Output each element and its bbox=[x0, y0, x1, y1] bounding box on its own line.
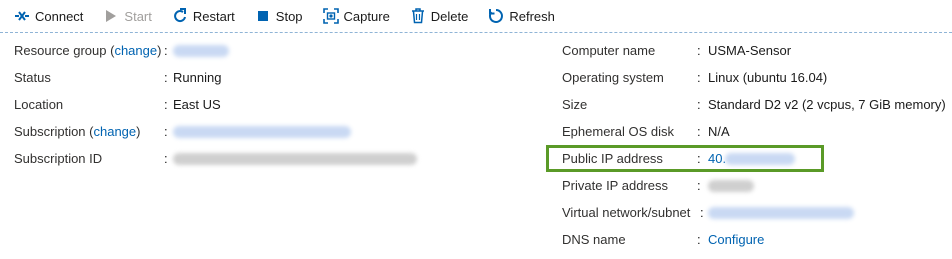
restart-button[interactable]: Restart bbox=[172, 8, 235, 24]
dns-configure-link[interactable]: Configure bbox=[708, 230, 764, 250]
private-ip-value-redacted bbox=[708, 180, 754, 192]
delete-button[interactable]: Delete bbox=[410, 8, 469, 24]
subscription-label: Subscription ( bbox=[14, 124, 94, 139]
play-icon bbox=[103, 8, 119, 24]
vnet-value-redacted[interactable] bbox=[708, 207, 854, 219]
size-separator: : bbox=[697, 97, 701, 112]
public-ip-label: Public IP address bbox=[562, 151, 663, 166]
status-value: Running bbox=[173, 70, 222, 85]
os-value: Linux (ubuntu 16.04) bbox=[708, 70, 828, 85]
public-ip-link[interactable]: 40. bbox=[708, 149, 726, 169]
status-separator: : bbox=[164, 70, 168, 85]
resource-group-label: Resource group ( bbox=[14, 43, 115, 58]
start-label: Start bbox=[124, 8, 152, 24]
computer-name-value: USMA-Sensor bbox=[708, 43, 792, 58]
resource-group-separator: : bbox=[164, 43, 168, 58]
dns-separator: : bbox=[697, 232, 701, 247]
ephemeral-disk-label: Ephemeral OS disk bbox=[562, 124, 674, 139]
restart-label: Restart bbox=[192, 8, 235, 24]
restart-icon bbox=[172, 8, 188, 24]
dns-label: DNS name bbox=[562, 232, 626, 247]
stop-label: Stop bbox=[275, 8, 303, 24]
private-ip-separator: : bbox=[697, 178, 701, 193]
refresh-icon bbox=[488, 8, 504, 24]
toolbar: Connect Start Restart Stop Capture Delet… bbox=[0, 0, 952, 33]
subscription-label-close: ) bbox=[136, 124, 141, 139]
public-ip-separator: : bbox=[697, 151, 701, 166]
capture-icon bbox=[322, 8, 339, 24]
refresh-button[interactable]: Refresh bbox=[488, 8, 555, 24]
public-ip-redacted bbox=[725, 153, 795, 165]
subscription-id-separator: : bbox=[164, 151, 168, 166]
capture-label: Capture bbox=[343, 8, 390, 24]
size-value: Standard D2 v2 (2 vcpus, 7 GiB memory) bbox=[708, 97, 946, 112]
resource-group-change-link[interactable]: change bbox=[114, 43, 157, 58]
subscription-row: Subscription (change) bbox=[14, 122, 140, 142]
subscription-change-link[interactable]: change bbox=[93, 124, 136, 139]
resource-group-row: Resource group (change) bbox=[14, 41, 161, 61]
location-value: East US bbox=[173, 97, 221, 112]
ephemeral-disk-separator: : bbox=[697, 124, 701, 139]
status-label: Status bbox=[14, 70, 51, 85]
delete-label: Delete bbox=[430, 8, 469, 24]
vnet-separator: : bbox=[700, 205, 704, 220]
trash-icon bbox=[410, 8, 426, 24]
private-ip-label: Private IP address bbox=[562, 178, 668, 193]
subscription-id-value-redacted bbox=[173, 153, 417, 165]
ephemeral-disk-value: N/A bbox=[708, 124, 730, 139]
resource-group-value-redacted[interactable] bbox=[173, 45, 229, 57]
computer-name-label: Computer name bbox=[562, 43, 656, 58]
os-separator: : bbox=[697, 70, 701, 85]
computer-name-separator: : bbox=[697, 43, 701, 58]
refresh-label: Refresh bbox=[509, 8, 555, 24]
connect-icon bbox=[14, 8, 30, 24]
stop-button[interactable]: Stop bbox=[255, 8, 303, 24]
subscription-separator: : bbox=[164, 124, 168, 139]
location-separator: : bbox=[164, 97, 168, 112]
location-label: Location bbox=[14, 97, 64, 112]
start-button[interactable]: Start bbox=[103, 8, 152, 24]
subscription-value-redacted[interactable] bbox=[173, 126, 351, 138]
stop-icon bbox=[255, 8, 271, 24]
resource-group-label-close: ) bbox=[157, 43, 162, 58]
size-label: Size bbox=[562, 97, 588, 112]
subscription-id-label: Subscription ID bbox=[14, 151, 103, 166]
connect-label: Connect bbox=[35, 8, 84, 24]
capture-button[interactable]: Capture bbox=[322, 8, 390, 24]
vnet-label: Virtual network/subnet bbox=[562, 205, 691, 220]
connect-button[interactable]: Connect bbox=[14, 8, 83, 24]
os-label: Operating system bbox=[562, 70, 664, 85]
